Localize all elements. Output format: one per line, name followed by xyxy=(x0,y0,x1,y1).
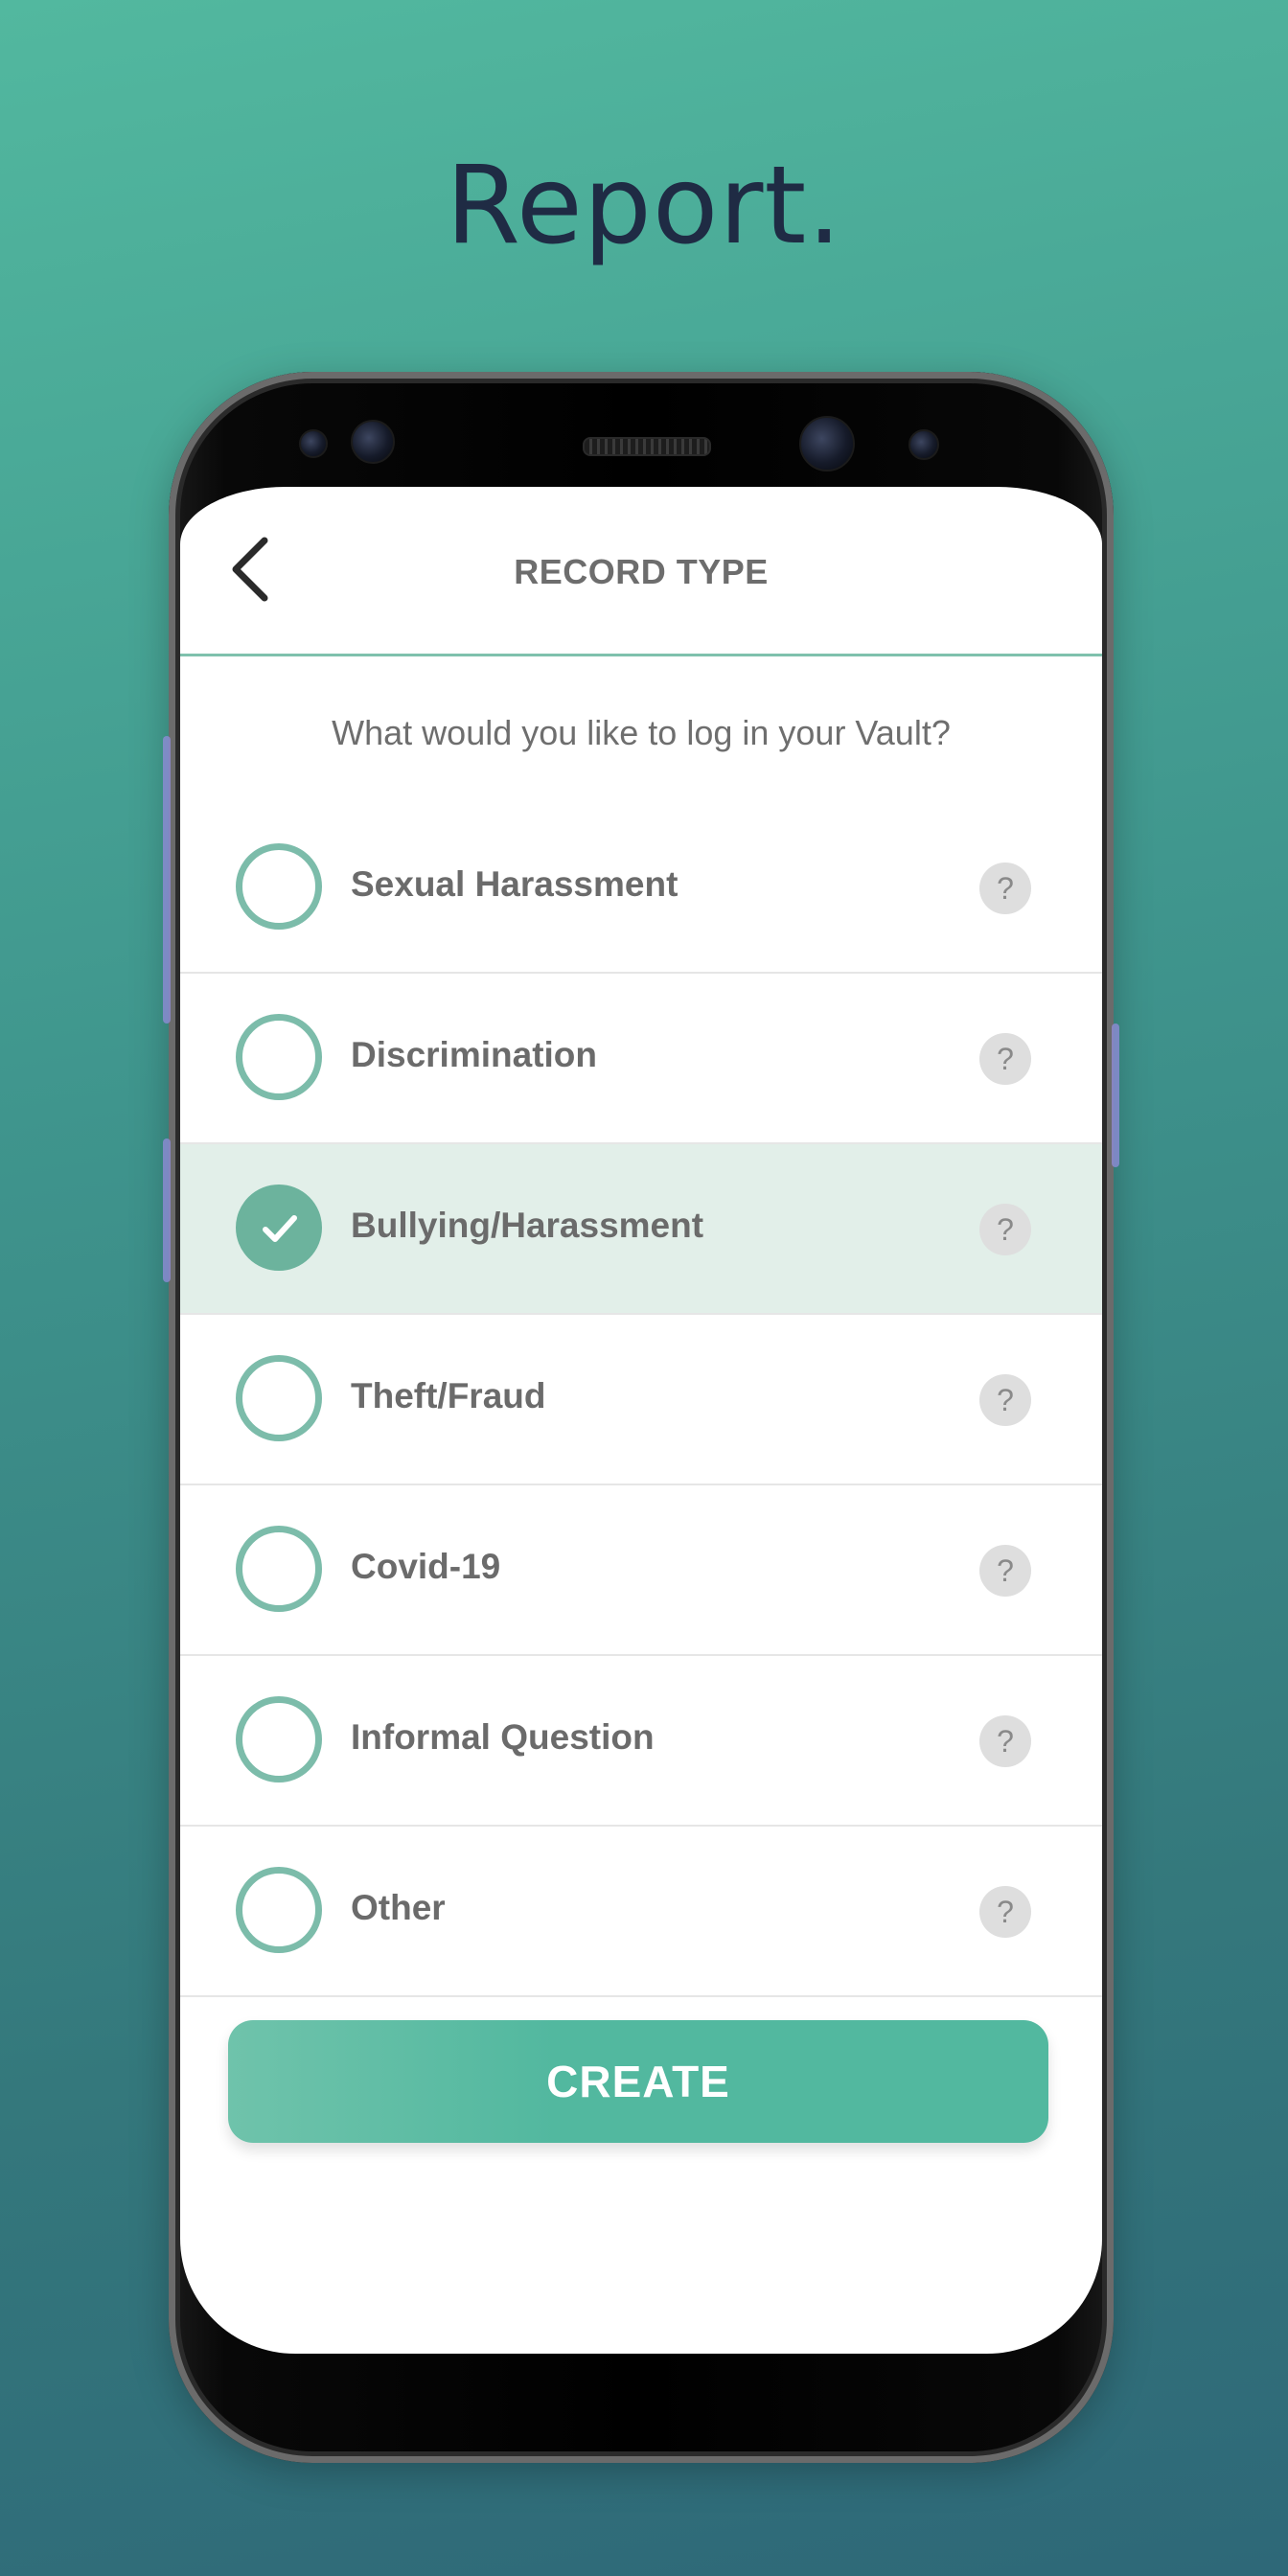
radio-button[interactable] xyxy=(236,1014,322,1100)
phone-frame: RECORD TYPE What would you like to log i… xyxy=(163,372,1119,2463)
option-other[interactable]: Other ? xyxy=(180,1827,1102,1997)
option-label: Informal Question xyxy=(351,1717,655,1757)
question-mark-icon[interactable]: ? xyxy=(979,1033,1031,1085)
option-label: Sexual Harassment xyxy=(351,864,678,904)
option-label: Other xyxy=(351,1888,446,1927)
question-mark-icon[interactable]: ? xyxy=(979,862,1031,914)
option-label: Bullying/Harassment xyxy=(351,1206,704,1245)
phone-side-button xyxy=(163,736,171,1024)
radio-button[interactable] xyxy=(236,1867,322,1953)
phone-side-button xyxy=(1112,1024,1119,1167)
app-header: RECORD TYPE xyxy=(180,487,1102,656)
phone-side-button xyxy=(163,1138,171,1282)
option-informal-question[interactable]: Informal Question ? xyxy=(180,1656,1102,1827)
radio-button[interactable] xyxy=(236,1526,322,1612)
record-type-list: Sexual Harassment ? Discrimination ? Bul… xyxy=(180,803,1102,1997)
option-label: Discrimination xyxy=(351,1035,597,1074)
radio-button[interactable] xyxy=(236,843,322,930)
headline: Report. xyxy=(446,144,842,268)
page-title: RECORD TYPE xyxy=(514,552,769,591)
question-mark-icon[interactable]: ? xyxy=(979,1204,1031,1255)
radio-button[interactable] xyxy=(236,1355,322,1441)
question-mark-icon[interactable]: ? xyxy=(979,1886,1031,1938)
question-mark-icon[interactable]: ? xyxy=(979,1545,1031,1597)
earpiece-speaker xyxy=(583,437,711,456)
checkmark-icon xyxy=(263,1215,297,1242)
option-bullying-harassment[interactable]: Bullying/Harassment ? xyxy=(180,1144,1102,1315)
radio-button[interactable] xyxy=(236,1696,322,1782)
proximity-sensor xyxy=(299,429,328,458)
option-label: Covid-19 xyxy=(351,1547,501,1586)
option-theft-fraud[interactable]: Theft/Fraud ? xyxy=(180,1315,1102,1485)
option-label: Theft/Fraud xyxy=(351,1376,546,1415)
question-mark-icon[interactable]: ? xyxy=(979,1374,1031,1426)
iris-scanner xyxy=(351,420,395,464)
prompt-text: What would you like to log in your Vault… xyxy=(332,713,951,752)
light-sensor xyxy=(908,429,939,460)
front-camera xyxy=(799,416,855,472)
phone-screen: RECORD TYPE What would you like to log i… xyxy=(180,487,1102,2354)
option-discrimination[interactable]: Discrimination ? xyxy=(180,974,1102,1144)
radio-button-checked[interactable] xyxy=(236,1184,322,1271)
create-button[interactable]: CREATE xyxy=(228,2020,1048,2143)
question-mark-icon[interactable]: ? xyxy=(979,1715,1031,1767)
option-sexual-harassment[interactable]: Sexual Harassment ? xyxy=(180,803,1102,974)
option-covid-19[interactable]: Covid-19 ? xyxy=(180,1485,1102,1656)
